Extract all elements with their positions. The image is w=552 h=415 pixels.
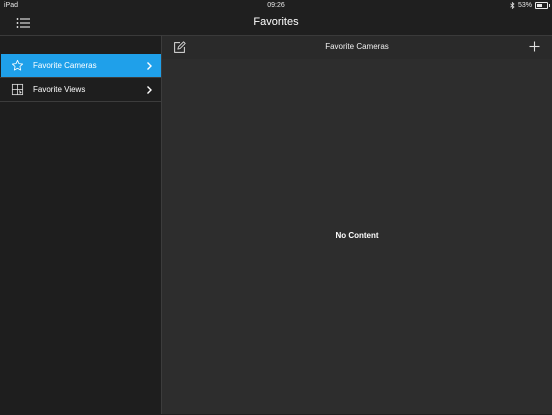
sidebar-item-label: Favorite Cameras: [33, 61, 97, 70]
empty-state-text: No Content: [335, 231, 379, 240]
add-icon[interactable]: [529, 41, 540, 52]
chevron-right-icon: [147, 85, 152, 94]
chevron-right-icon: [147, 61, 152, 70]
sidebar-divider: [0, 101, 161, 102]
battery-icon: [535, 2, 550, 9]
sidebar-item-favorite-views[interactable]: Favorite Views: [1, 78, 161, 101]
content-header: Favorite Cameras: [162, 35, 552, 59]
star-icon: [11, 59, 23, 71]
sidebar-item-favorite-cameras[interactable]: Favorite Cameras: [1, 54, 161, 77]
view-layout-icon: [11, 83, 23, 96]
page-title: Favorites: [253, 16, 299, 28]
sidebar-item-label: Favorite Views: [33, 85, 86, 94]
status-right: 53%: [510, 2, 550, 9]
navigation-bar: Favorites: [0, 12, 552, 35]
bluetooth-icon: [510, 2, 515, 9]
sidebar: Favorite Cameras Favorite Views: [0, 35, 161, 415]
status-bar: iPad 09:26 53%: [0, 0, 552, 12]
clock: 09:26: [267, 2, 285, 9]
battery-percent: 53%: [517, 2, 532, 9]
content-pane: Favorite Cameras No Content: [162, 35, 552, 414]
content-title: Favorite Cameras: [325, 42, 389, 51]
